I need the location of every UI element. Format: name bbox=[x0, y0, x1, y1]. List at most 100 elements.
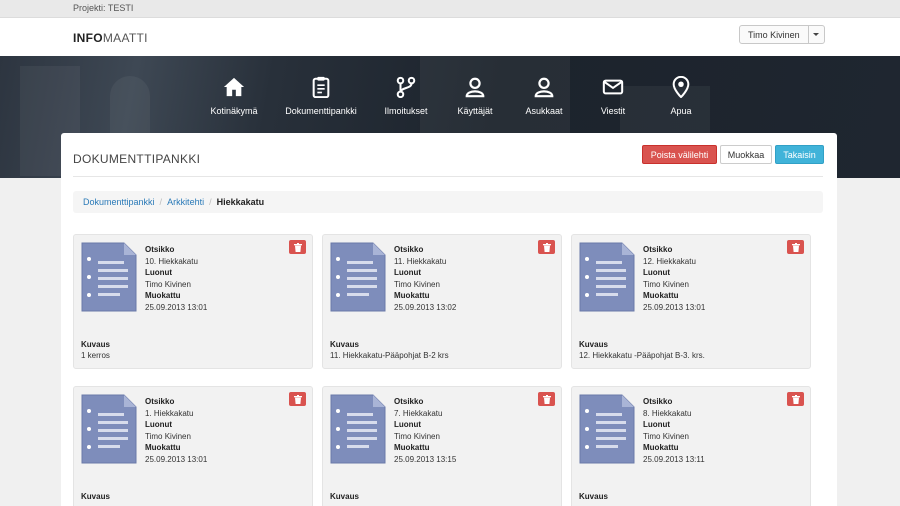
description-label: Kuvaus bbox=[81, 340, 110, 349]
title-label: Otsikko bbox=[394, 245, 424, 254]
nav-help[interactable]: Apua bbox=[641, 76, 721, 119]
delete-document-button[interactable] bbox=[289, 392, 306, 406]
nav-notices[interactable]: Ilmoitukset bbox=[366, 76, 446, 119]
document-description: Kuvaus 11. Hiekkakatu-Pääpohjat B-2 krs bbox=[330, 340, 449, 361]
document-description: Kuvaus 12. Hiekkakatu -Pääpohjat B-3. kr… bbox=[579, 340, 705, 361]
logo[interactable]: INFOMAATTI bbox=[73, 31, 148, 45]
document-creator: Timo Kivinen bbox=[145, 431, 191, 441]
delete-document-button[interactable] bbox=[289, 240, 306, 254]
nav-label: Käyttäjät bbox=[457, 106, 493, 116]
delete-document-button[interactable] bbox=[538, 392, 555, 406]
document-title[interactable]: 12. Hiekkakatu bbox=[643, 256, 705, 268]
divider bbox=[73, 176, 823, 177]
document-modified: 25.09.2013 13:15 bbox=[394, 454, 457, 464]
document-modified: 25.09.2013 13:11 bbox=[643, 454, 705, 464]
document-description: Kuvaus bbox=[330, 492, 359, 503]
modified-label: Muokattu bbox=[643, 291, 679, 300]
document-creator: Timo Kivinen bbox=[145, 279, 191, 289]
trash-icon bbox=[791, 394, 800, 404]
document-card[interactable]: Otsikko 1. Hiekkakatu Luonut Timo Kivine… bbox=[73, 386, 313, 506]
modified-label: Muokattu bbox=[394, 291, 430, 300]
title-label: Otsikko bbox=[145, 245, 175, 254]
document-card[interactable]: Otsikko 7. Hiekkakatu Luonut Timo Kivine… bbox=[322, 386, 562, 506]
users-icon bbox=[465, 77, 485, 98]
residents-icon bbox=[534, 77, 554, 98]
trash-icon bbox=[293, 394, 302, 404]
document-fields: Otsikko 11. Hiekkakatu Luonut Timo Kivin… bbox=[394, 244, 456, 313]
description-label: Kuvaus bbox=[81, 492, 110, 501]
edit-button[interactable]: Muokkaa bbox=[720, 145, 772, 164]
nav-home[interactable]: Kotinäkymä bbox=[194, 76, 274, 119]
modified-label: Muokattu bbox=[394, 443, 430, 452]
document-title[interactable]: 8. Hiekkakatu bbox=[643, 408, 705, 420]
document-creator: Timo Kivinen bbox=[643, 431, 689, 441]
document-fields: Otsikko 10. Hiekkakatu Luonut Timo Kivin… bbox=[145, 244, 207, 313]
creator-label: Luonut bbox=[394, 420, 422, 429]
document-title[interactable]: 11. Hiekkakatu bbox=[394, 256, 456, 268]
document-card[interactable]: Otsikko 11. Hiekkakatu Luonut Timo Kivin… bbox=[322, 234, 562, 369]
breadcrumb-link[interactable]: Dokumenttipankki bbox=[83, 197, 155, 207]
description-label: Kuvaus bbox=[579, 492, 608, 501]
document-modified: 25.09.2013 13:01 bbox=[643, 302, 706, 312]
document-title[interactable]: 10. Hiekkakatu bbox=[145, 256, 207, 268]
nav-label: Kotinäkymä bbox=[210, 106, 258, 116]
document-modified: 25.09.2013 13:01 bbox=[145, 302, 208, 312]
nav-users[interactable]: Käyttäjät bbox=[435, 76, 515, 119]
document-description: Kuvaus 1 kerros bbox=[81, 340, 110, 361]
logo-bold: INFO bbox=[73, 31, 103, 45]
description-text: 11. Hiekkakatu-Pääpohjat B-2 krs bbox=[330, 350, 449, 360]
creator-label: Luonut bbox=[643, 268, 671, 277]
document-description: Kuvaus bbox=[579, 492, 608, 503]
nav-label: Asukkaat bbox=[525, 106, 563, 116]
document-fields: Otsikko 12. Hiekkakatu Luonut Timo Kivin… bbox=[643, 244, 705, 313]
document-description: Kuvaus bbox=[81, 492, 110, 503]
nav-document-bank[interactable]: Dokumenttipankki bbox=[281, 76, 361, 119]
document-icon bbox=[330, 394, 386, 464]
breadcrumb: Dokumenttipankki / Arkkitehti / Hiekkakatu bbox=[73, 191, 823, 213]
breadcrumb-link[interactable]: Arkkitehti bbox=[167, 197, 204, 207]
breadcrumb-current: Hiekkakatu bbox=[216, 197, 265, 207]
user-menu-toggle[interactable] bbox=[809, 26, 824, 43]
document-title[interactable]: 7. Hiekkakatu bbox=[394, 408, 456, 420]
user-menu[interactable]: Timo Kivinen bbox=[739, 25, 825, 44]
back-button[interactable]: Takaisin bbox=[775, 145, 824, 164]
document-fields: Otsikko 7. Hiekkakatu Luonut Timo Kivine… bbox=[394, 396, 456, 465]
home-icon bbox=[223, 77, 245, 97]
project-bar: Projekti: TESTI bbox=[0, 0, 900, 18]
document-modified: 25.09.2013 13:02 bbox=[394, 302, 457, 312]
nav-label: Viestit bbox=[600, 106, 626, 116]
document-icon bbox=[579, 242, 635, 312]
modified-label: Muokattu bbox=[643, 443, 679, 452]
nav-label: Ilmoitukset bbox=[384, 106, 428, 116]
title-label: Otsikko bbox=[643, 245, 673, 254]
delete-document-button[interactable] bbox=[538, 240, 555, 254]
trash-icon bbox=[542, 394, 551, 404]
document-bank-panel: DOKUMENTTIPANKKI Poista välilehti Muokka… bbox=[61, 133, 837, 506]
project-label: Projekti: TESTI bbox=[73, 3, 134, 13]
document-title[interactable]: 1. Hiekkakatu bbox=[145, 408, 207, 420]
description-text: 12. Hiekkakatu -Pääpohjat B-3. krs. bbox=[579, 350, 705, 360]
document-card[interactable]: Otsikko 8. Hiekkakatu Luonut Timo Kivine… bbox=[571, 386, 811, 506]
document-card[interactable]: Otsikko 10. Hiekkakatu Luonut Timo Kivin… bbox=[73, 234, 313, 369]
document-creator: Timo Kivinen bbox=[643, 279, 689, 289]
document-card[interactable]: Otsikko 12. Hiekkakatu Luonut Timo Kivin… bbox=[571, 234, 811, 369]
creator-label: Luonut bbox=[145, 420, 173, 429]
description-label: Kuvaus bbox=[330, 492, 359, 501]
modified-label: Muokattu bbox=[145, 291, 181, 300]
main-nav: Kotinäkymä Dokumenttipankki Ilmoitukset … bbox=[0, 76, 900, 120]
trash-icon bbox=[791, 242, 800, 252]
header: INFOMAATTI Timo Kivinen bbox=[0, 18, 900, 56]
document-icon bbox=[579, 394, 635, 464]
delete-tab-button[interactable]: Poista välilehti bbox=[642, 145, 717, 164]
title-label: Otsikko bbox=[394, 397, 424, 406]
breadcrumb-separator: / bbox=[209, 197, 212, 207]
nav-residents[interactable]: Asukkaat bbox=[504, 76, 584, 119]
document-creator: Timo Kivinen bbox=[394, 431, 440, 441]
nav-label: Dokumenttipankki bbox=[285, 106, 357, 116]
envelope-icon bbox=[602, 79, 624, 95]
modified-label: Muokattu bbox=[145, 443, 181, 452]
delete-document-button[interactable] bbox=[787, 240, 804, 254]
creator-label: Luonut bbox=[643, 420, 671, 429]
user-name-button[interactable]: Timo Kivinen bbox=[740, 26, 809, 43]
delete-document-button[interactable] bbox=[787, 392, 804, 406]
